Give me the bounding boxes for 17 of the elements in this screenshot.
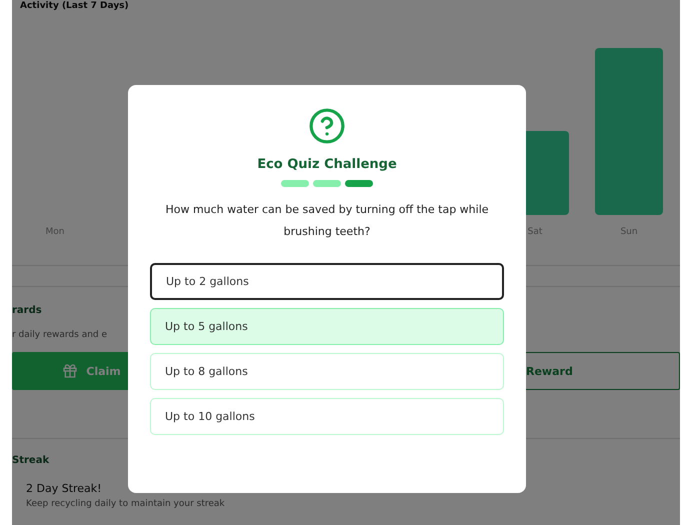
streak-subtitle: Keep recycling daily to maintain your streak <box>26 499 226 509</box>
day-label: Sat <box>528 227 542 237</box>
dialog-title: Eco Quiz Challenge <box>257 157 397 172</box>
chart-title: Activity (Last 7 Days) <box>19 0 130 12</box>
section-title: Streak <box>12 455 50 466</box>
day-label: Mon <box>46 227 64 237</box>
question-text: How much water can be saved by turning off the tap while brushing teeth? <box>164 202 490 240</box>
section-title: rards <box>12 305 43 316</box>
answer-option[interactable]: Up to 5 gallons <box>150 308 504 345</box>
gift-icon <box>62 363 78 379</box>
section-subtitle: r daily rewards and e <box>12 330 108 340</box>
question-icon <box>308 107 346 145</box>
answer-option[interactable]: Up to 2 gallons <box>150 263 504 300</box>
day-label: Sun <box>620 227 638 237</box>
answer-option[interactable]: Up to 8 gallons <box>150 353 504 390</box>
answer-option[interactable]: Up to 10 gallons <box>150 398 504 435</box>
streak-headline: 2 Day Streak! <box>26 482 103 495</box>
